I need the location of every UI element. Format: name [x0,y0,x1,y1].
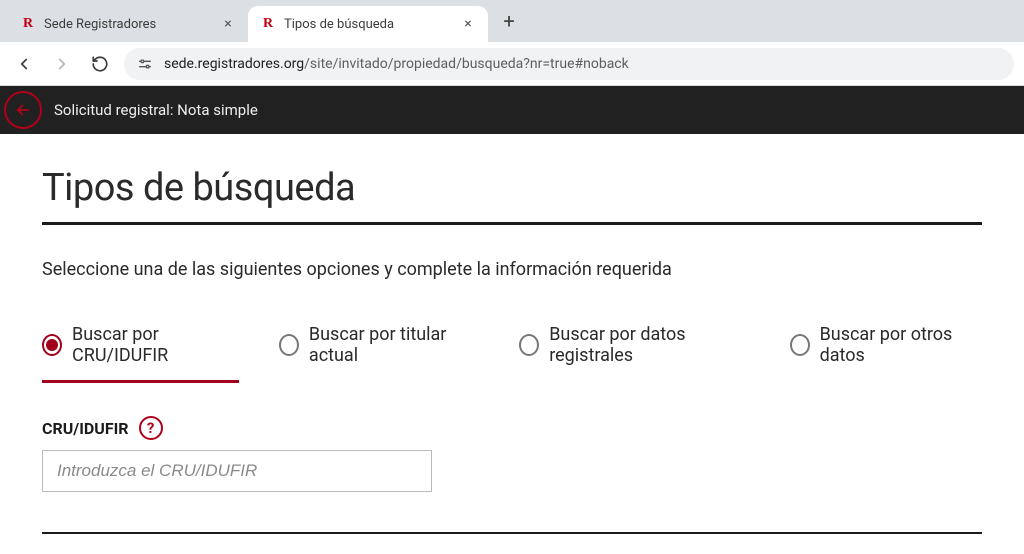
reload-button[interactable] [86,50,114,78]
instruction-text: Seleccione una de las siguientes opcione… [42,259,982,280]
radio-icon [42,334,62,356]
cru-idufir-input[interactable] [42,450,432,492]
url-text: sede.registradores.org/site/invitado/pro… [164,56,629,72]
radio-titular-actual[interactable]: Buscar por titular actual [279,324,479,380]
tab-strip: R Sede Registradores × R Tipos de búsque… [0,0,1024,42]
page-title: Tipos de búsqueda [42,166,982,225]
radio-label: Buscar por titular actual [309,324,479,366]
search-type-radios: Buscar por CRU/IDUFIR Buscar por titular… [42,324,982,380]
breadcrumb: Solicitud registral: Nota simple [54,101,258,119]
tab-tipos-busqueda[interactable]: R Tipos de búsqueda × [248,6,488,42]
field-label: CRU/IDUFIR [42,419,129,438]
main-content: Tipos de búsqueda Seleccione una de las … [0,134,1024,534]
close-icon[interactable]: × [460,16,476,32]
page-back-button[interactable] [4,91,42,129]
cru-idufir-field: CRU/IDUFIR ? [42,416,982,492]
section-divider [42,532,982,534]
help-icon[interactable]: ? [139,416,163,440]
radio-label: Buscar por datos registrales [549,324,749,366]
radio-cru-idufir[interactable]: Buscar por CRU/IDUFIR [42,324,239,383]
radio-icon [519,334,539,356]
radio-label: Buscar por otros datos [820,324,982,366]
field-label-row: CRU/IDUFIR ? [42,416,982,440]
tab-title: Tipos de búsqueda [284,17,452,32]
new-tab-button[interactable]: + [494,6,524,36]
tab-title: Sede Registradores [44,17,212,32]
close-icon[interactable]: × [220,16,236,32]
browser-chrome: R Sede Registradores × R Tipos de búsque… [0,0,1024,86]
forward-button[interactable] [48,50,76,78]
page-topbar: Solicitud registral: Nota simple [0,86,1024,134]
radio-label: Buscar por CRU/IDUFIR [72,324,239,366]
favicon-r-icon: R [260,16,276,32]
site-settings-icon[interactable] [136,55,154,73]
back-button[interactable] [10,50,38,78]
radio-otros-datos[interactable]: Buscar por otros datos [790,324,982,380]
radio-icon [790,334,810,356]
address-bar[interactable]: sede.registradores.org/site/invitado/pro… [124,48,1014,80]
radio-icon [279,334,299,356]
tab-sede-registradores[interactable]: R Sede Registradores × [8,6,248,42]
favicon-r-icon: R [20,16,36,32]
browser-toolbar: sede.registradores.org/site/invitado/pro… [0,42,1024,86]
radio-datos-registrales[interactable]: Buscar por datos registrales [519,324,749,380]
